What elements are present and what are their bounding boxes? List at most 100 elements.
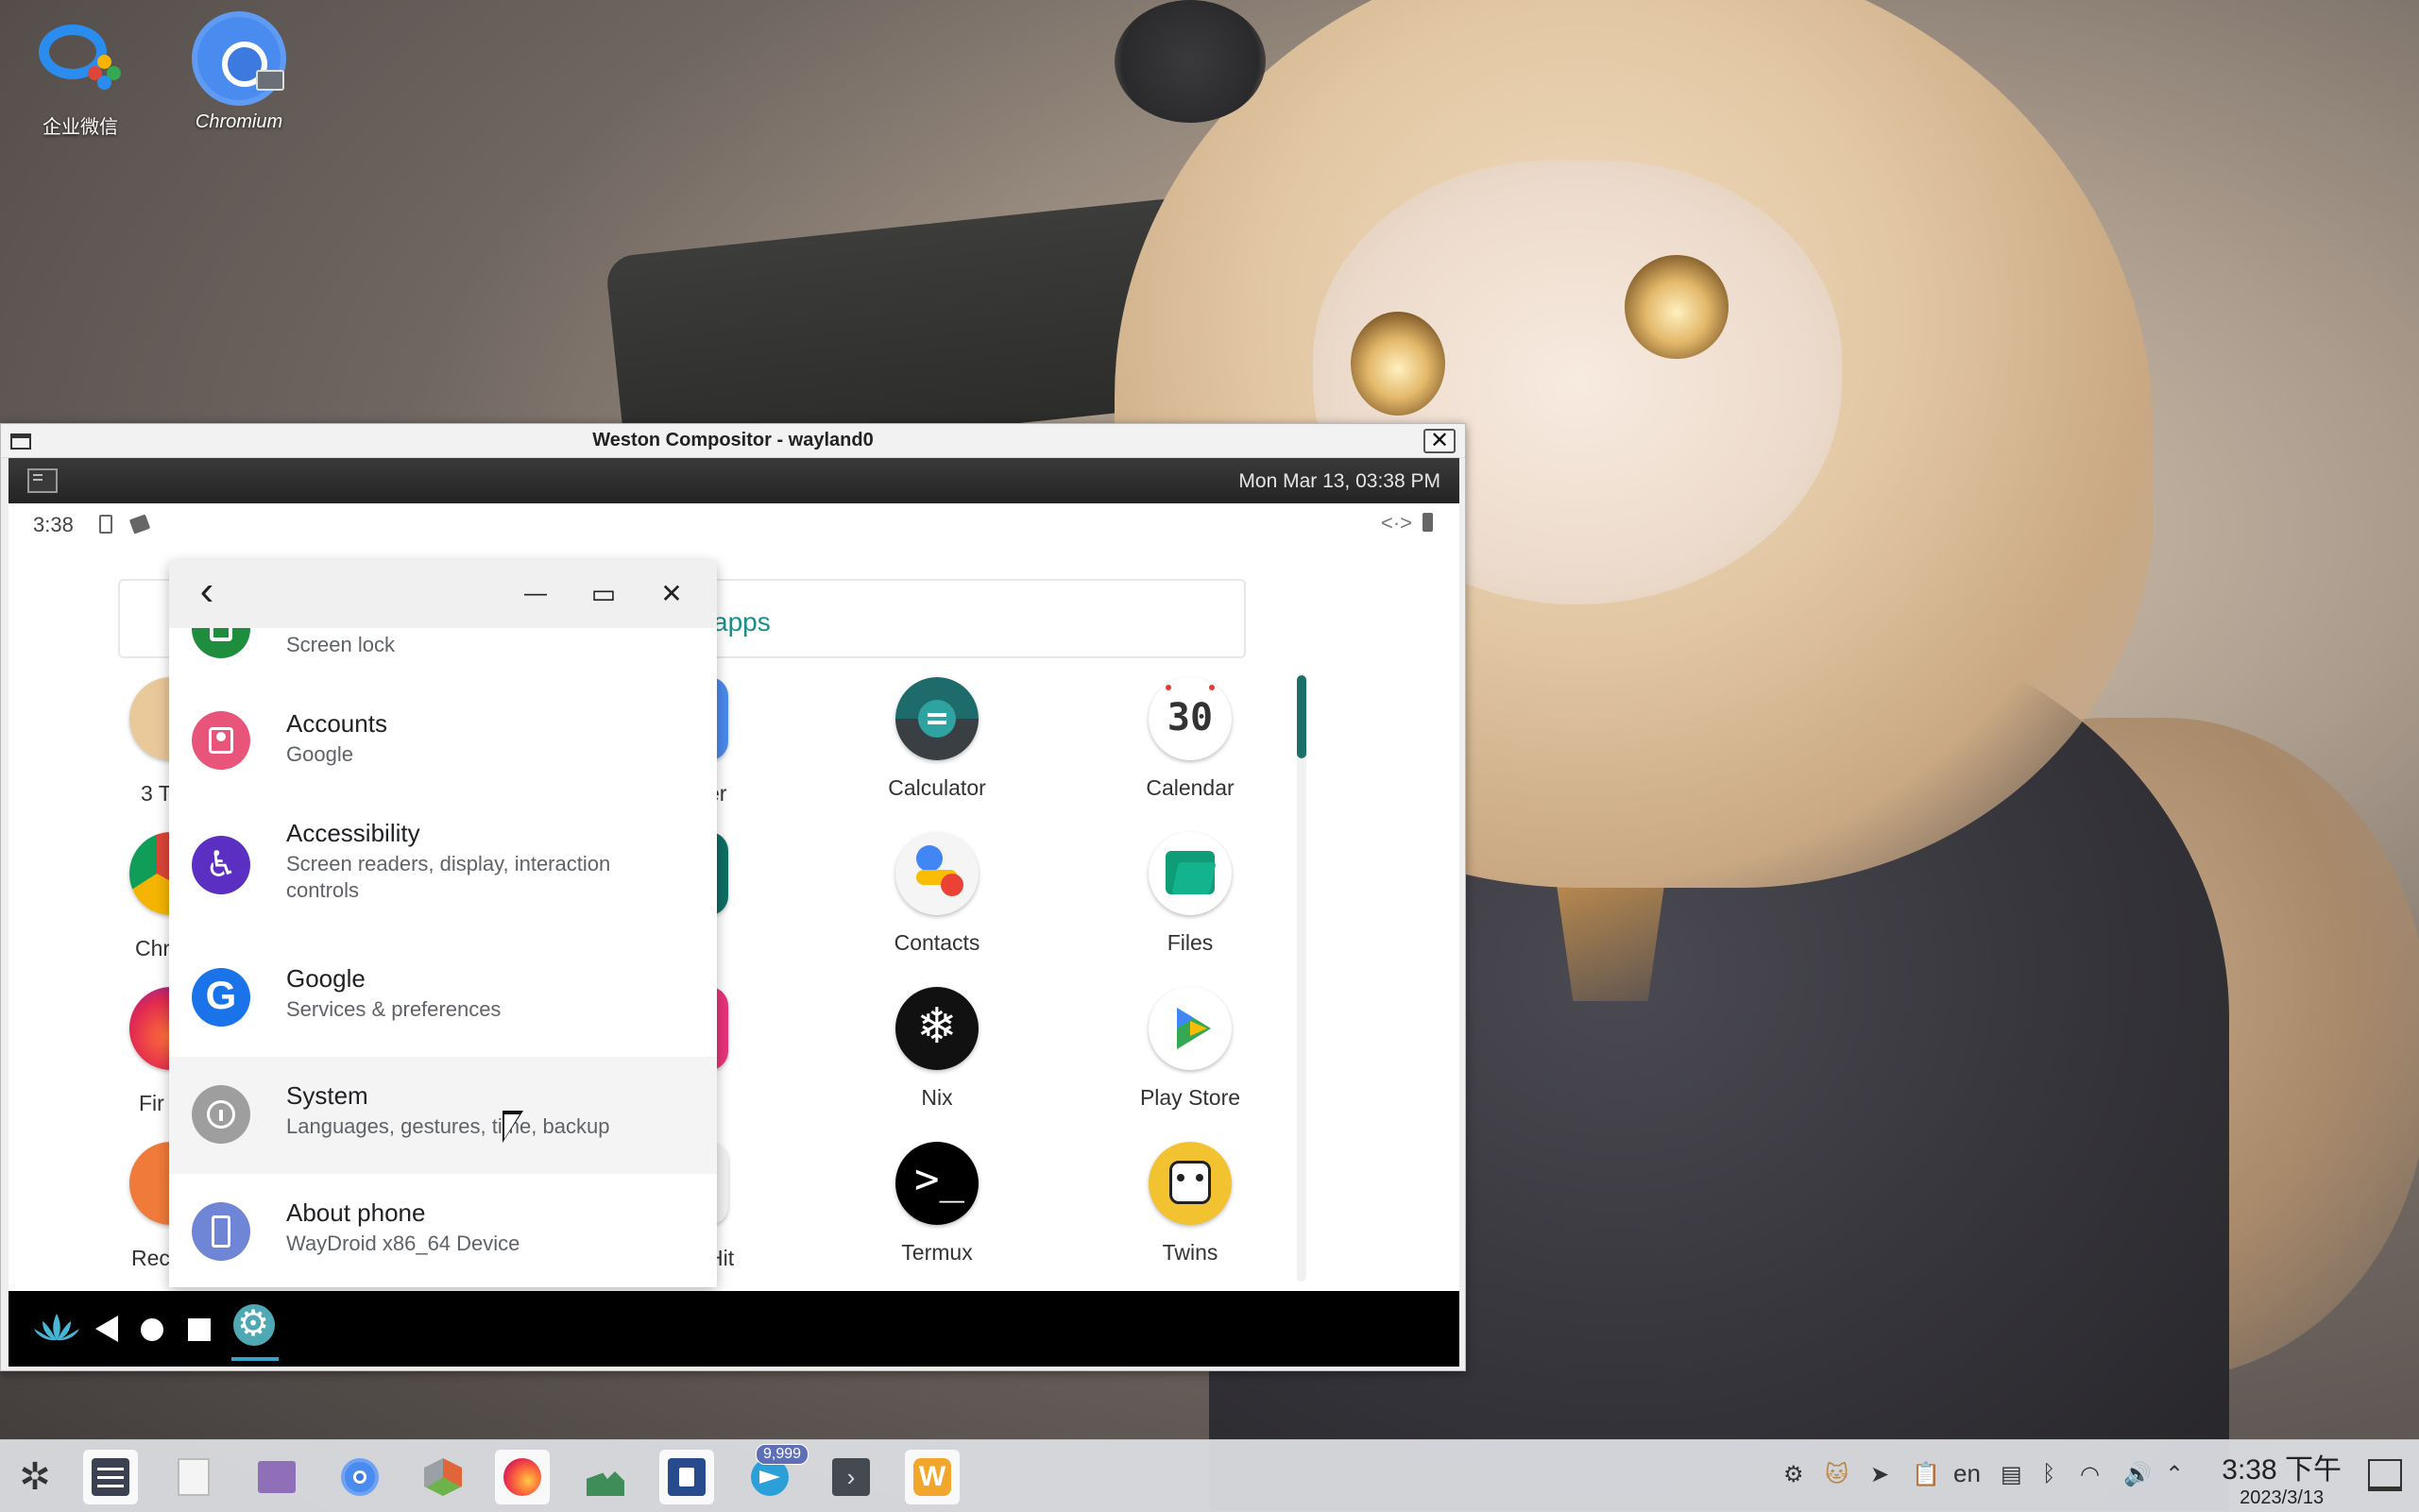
keyboard-layout-icon[interactable]: ▤ [2001, 1461, 2022, 1488]
lotus-launcher-icon[interactable] [33, 1312, 80, 1344]
maximize-icon[interactable]: ▭ [587, 577, 621, 611]
app-label-partial: Chr [135, 936, 171, 960]
accounts-icon [192, 711, 250, 770]
taskbar-file-manager[interactable] [249, 1450, 304, 1504]
status-time: 3:38 [33, 513, 74, 536]
wifi-icon[interactable]: ◠ [2080, 1461, 2100, 1488]
settings-item-title: Google [286, 964, 366, 993]
app-termux[interactable]: >_ Termux [847, 1142, 1027, 1266]
terminal-launcher-icon[interactable] [27, 468, 58, 493]
tray-clock[interactable]: 3:38 下午 2023/3/13 [2222, 1446, 2342, 1509]
settings-item-about-phone[interactable]: About phone WayDroid x86_64 Device [169, 1174, 717, 1287]
contacts-icon [895, 832, 979, 915]
taskbar-image-viewer[interactable] [578, 1450, 633, 1504]
settings-item-subtitle: Languages, gestures, time, backup [286, 1114, 610, 1138]
chromium-icon [341, 1458, 379, 1496]
system-settings-icon [92, 1458, 129, 1496]
clipboard-icon[interactable]: 📋 [1912, 1461, 1940, 1488]
settings-item-security[interactable]: Screen lock [169, 628, 717, 685]
taskbar-waydroid[interactable] [659, 1450, 714, 1504]
nav-back-icon[interactable] [95, 1316, 118, 1342]
volume-icon[interactable]: 🔊 [2123, 1461, 2152, 1488]
app-files[interactable]: Files [1100, 832, 1280, 956]
tray-expand-icon[interactable]: ⌃ [2165, 1461, 2184, 1488]
settings-list[interactable]: Screen lock Accounts Google ♿ Accessibil… [169, 628, 717, 1287]
cube-app-icon [424, 1458, 462, 1496]
mouse-cursor-icon [503, 1111, 523, 1143]
minimize-icon[interactable]: — [519, 577, 553, 611]
taskbar-system-settings[interactable] [83, 1450, 138, 1504]
settings-item-accounts[interactable]: Accounts Google [169, 685, 717, 798]
nav-recents-icon[interactable] [188, 1318, 211, 1341]
clock-date: 2023/3/13 [2240, 1487, 2325, 1508]
about-phone-icon [192, 1202, 250, 1261]
settings-item-subtitle: Google [286, 742, 353, 766]
weston-icon: W [913, 1458, 951, 1496]
desktop-icon-chromium[interactable]: Chromium [168, 11, 310, 133]
wallpaper-figure-eye [1351, 312, 1445, 416]
app-nix[interactable]: ❄ Nix [847, 987, 1027, 1111]
app-label: Calendar [1146, 775, 1235, 800]
app-play-store[interactable]: Play Store [1100, 987, 1280, 1111]
system-info-icon [192, 1085, 250, 1144]
app-calculator[interactable]: Calculator [847, 677, 1027, 801]
taskbar-weston[interactable]: W [905, 1450, 960, 1504]
network-settings-icon[interactable]: ⚙ [1783, 1461, 1804, 1488]
calculator-icon [895, 677, 979, 760]
back-icon[interactable]: ‹ [190, 570, 224, 612]
settings-caption-bar[interactable]: ‹ — ▭ ✕ [169, 560, 717, 628]
telegram-unread-badge: 9,999 [756, 1444, 809, 1465]
taskbar-cube-app[interactable] [416, 1450, 470, 1504]
battery-icon [1422, 513, 1433, 532]
show-desktop-icon[interactable] [2368, 1459, 2402, 1491]
wallpaper-hair-accessory [1115, 0, 1266, 123]
settings-item-subtitle: WayDroid x86_64 Device [286, 1232, 520, 1255]
image-viewer-icon [587, 1466, 624, 1496]
taskbar: ✲ 9,999 › W ⚙ 🐱 ➤ 📋 en ▤ ᛒ ◠ 🔊 ⌃ 3:38 下午… [0, 1439, 2419, 1512]
settings-item-accessibility[interactable]: ♿ Accessibility Screen readers, display,… [169, 798, 717, 940]
waydroid-app-icon [668, 1458, 706, 1496]
telegram-tray-icon[interactable]: ➤ [1870, 1461, 1889, 1488]
desktop-icon-label: Chromium [195, 111, 283, 132]
twins-icon [1149, 1142, 1232, 1225]
desktop-icon-label: 企业微信 [43, 117, 118, 138]
app-label-partial: Rec [131, 1246, 170, 1270]
taskbar-text-file[interactable] [166, 1450, 221, 1504]
google-icon: G [192, 968, 250, 1027]
wecom-icon [33, 11, 128, 106]
weston-window-title: Weston Compositor - wayland0 [592, 430, 874, 450]
android-nav-bar [9, 1291, 1459, 1367]
weston-titlebar[interactable]: Weston Compositor - wayland0 ✕ [1, 424, 1465, 458]
taskbar-terminal[interactable]: › [824, 1450, 878, 1504]
drawer-scrollbar-thumb[interactable] [1297, 675, 1306, 758]
app-label-partial: 3 T [141, 781, 172, 806]
app-calendar[interactable]: 30 Calendar [1100, 677, 1280, 801]
weston-close-button[interactable]: ✕ [1423, 429, 1456, 453]
drawer-scrollbar-track[interactable] [1297, 673, 1306, 1282]
android-screen: 3:38 <·> apps 3 T Chr Fir Rec er Hit Cal… [9, 503, 1459, 1367]
settings-item-system[interactable]: System Languages, gestures, time, backup [169, 1057, 717, 1174]
terminal-icon: › [832, 1458, 870, 1496]
close-icon[interactable]: ✕ [655, 577, 689, 611]
accessibility-icon: ♿ [192, 836, 250, 894]
taskbar-app-launcher[interactable]: ✲ [8, 1450, 62, 1504]
android-status-bar: 3:38 <·> [9, 503, 1459, 543]
app-search-text: apps [713, 607, 771, 637]
settings-item-subtitle: Screen readers, display, interaction con… [286, 852, 611, 902]
app-twins[interactable]: Twins [1100, 1142, 1280, 1266]
settings-taskbar-icon[interactable] [233, 1302, 275, 1346]
settings-item-subtitle: Services & preferences [286, 997, 502, 1021]
app-label: Files [1167, 930, 1214, 955]
text-file-icon [178, 1458, 210, 1496]
nav-home-icon[interactable] [141, 1318, 163, 1341]
bluetooth-icon[interactable]: ᛒ [2042, 1461, 2055, 1487]
app-label: Play Store [1139, 1085, 1241, 1110]
taskbar-chromium[interactable] [332, 1450, 387, 1504]
cat-tray-icon[interactable]: 🐱 [1825, 1461, 1848, 1488]
input-method-indicator[interactable]: en [1953, 1459, 1981, 1488]
app-contacts[interactable]: Contacts [847, 832, 1027, 956]
taskbar-firefox[interactable] [495, 1450, 550, 1504]
settings-item-google[interactable]: G Google Services & preferences [169, 940, 717, 1057]
desktop-icon-wecom[interactable]: 企业微信 [9, 11, 151, 139]
nix-icon: ❄ [895, 987, 979, 1070]
